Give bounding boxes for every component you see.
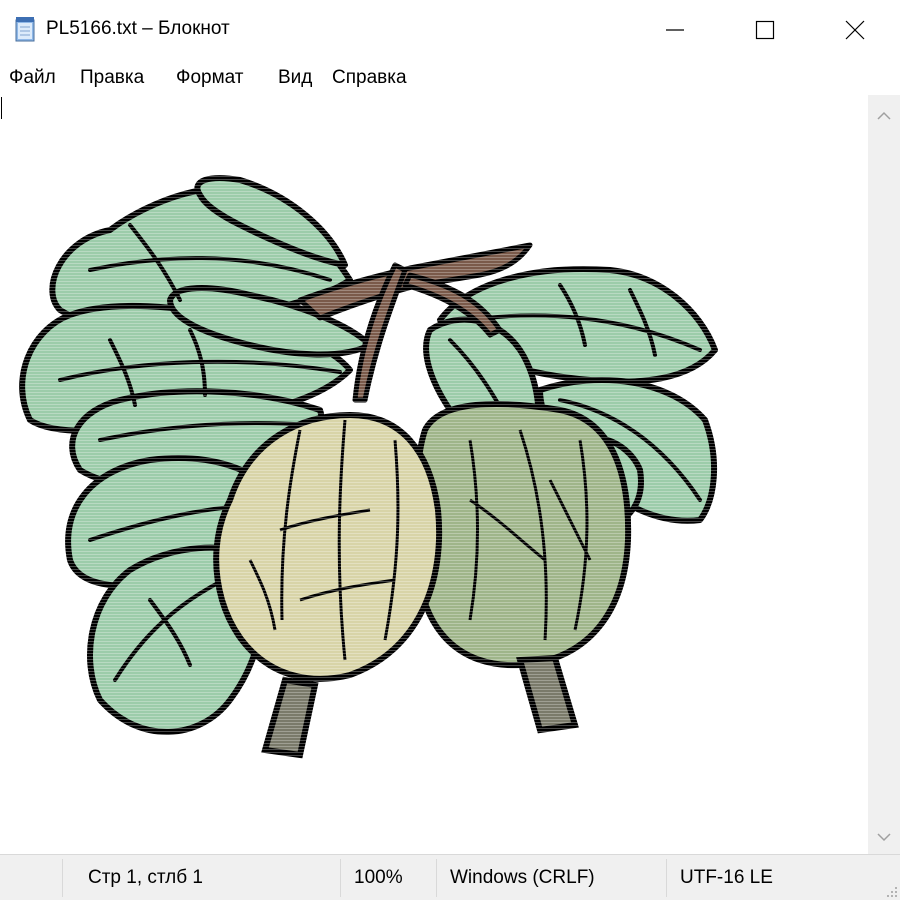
scroll-down-button[interactable]	[868, 822, 900, 854]
close-icon	[845, 20, 865, 40]
chevron-down-icon	[877, 833, 891, 842]
line-endings: Windows (CRLF)	[450, 867, 595, 888]
text-editor[interactable]	[0, 95, 868, 854]
status-separator	[62, 859, 63, 897]
minimize-icon	[666, 29, 684, 31]
status-separator	[340, 859, 341, 897]
menu-edit[interactable]: Правка	[80, 66, 144, 90]
maximize-icon	[755, 20, 775, 40]
menu-file[interactable]: Файл	[9, 66, 56, 90]
status-separator	[436, 859, 437, 897]
zoom-level: 100%	[354, 867, 403, 888]
status-separator	[666, 859, 667, 897]
gooseberry-ascii-art	[19, 170, 730, 770]
minimize-button[interactable]	[630, 0, 720, 60]
menu-help[interactable]: Справка	[332, 66, 407, 90]
cursor-position: Стр 1, стлб 1	[88, 867, 203, 888]
chevron-up-icon	[877, 111, 891, 120]
resize-grip-icon[interactable]	[884, 884, 898, 898]
scroll-up-button[interactable]	[868, 99, 900, 131]
vertical-scrollbar[interactable]	[868, 95, 900, 854]
menu-view[interactable]: Вид	[278, 66, 312, 90]
notepad-icon	[15, 17, 35, 42]
window-title: PL5166.txt – Блокнот	[46, 18, 230, 39]
title-bar[interactable]: PL5166.txt – Блокнот	[0, 0, 900, 60]
menu-format[interactable]: Формат	[176, 66, 244, 90]
status-bar: Стр 1, стлб 1 100% Windows (CRLF) UTF-16…	[0, 854, 900, 900]
close-button[interactable]	[810, 0, 900, 60]
maximize-button[interactable]	[720, 0, 810, 60]
encoding: UTF-16 LE	[680, 867, 773, 888]
menu-bar: Файл Правка Формат Вид Справка	[0, 62, 900, 94]
